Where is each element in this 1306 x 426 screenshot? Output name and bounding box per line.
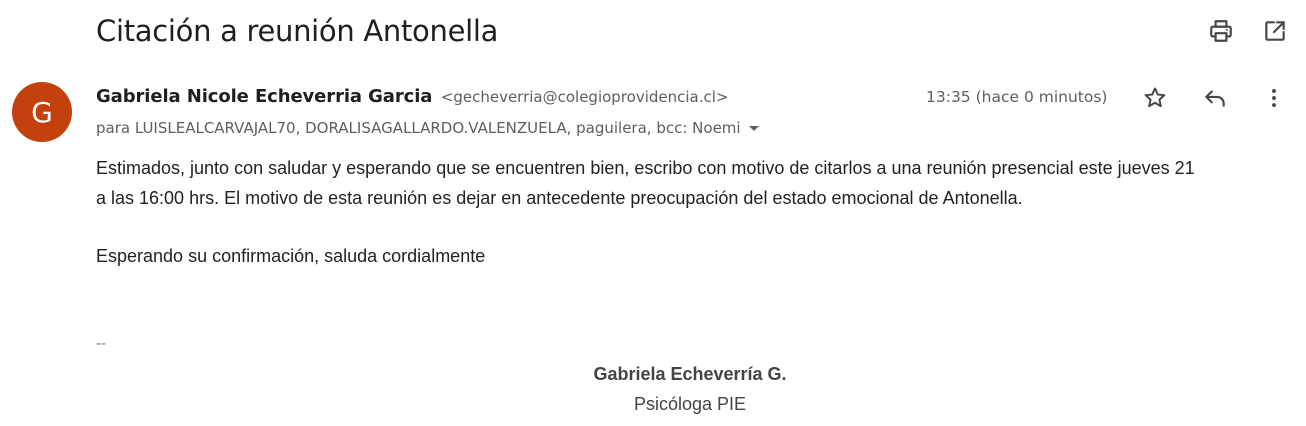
body-closing-line: Esperando su confirmación, saluda cordia… — [96, 246, 486, 266]
email-timestamp: 13:35 (hace 0 minutos) — [926, 88, 1108, 106]
sender-name[interactable]: Gabriela Nicole Echeverria Garcia — [96, 86, 432, 107]
signature-separator: -- — [96, 335, 106, 352]
recipients-text: para LUISLEALCARVAJAL70, DORALISAGALLARD… — [96, 119, 741, 137]
recipients-line: para LUISLEALCARVAJAL70, DORALISAGALLARD… — [96, 118, 759, 138]
email-subject: Citación a reunión Antonella — [96, 14, 499, 48]
open-in-new-window-icon[interactable] — [1261, 17, 1289, 45]
more-vert-icon[interactable] — [1260, 84, 1288, 112]
sender-line: Gabriela Nicole Echeverria Garcia <geche… — [96, 85, 728, 110]
reply-icon[interactable] — [1201, 84, 1229, 112]
body-paragraph-line-2: a las 16:00 hrs. El motivo de esta reuni… — [96, 188, 1023, 208]
sender-avatar[interactable]: G — [12, 82, 72, 142]
signature-role: Psicóloga PIE — [633, 394, 747, 414]
body-paragraph-line-1: Estimados, junto con saludar y esperando… — [96, 158, 1195, 178]
caret-down-icon[interactable] — [748, 125, 759, 131]
print-icon[interactable] — [1207, 17, 1235, 45]
signature-name: Gabriela Echeverría G. — [593, 364, 787, 384]
sender-email: <gecheverria@colegioprovidencia.cl> — [440, 88, 729, 106]
star-icon[interactable] — [1141, 84, 1169, 112]
